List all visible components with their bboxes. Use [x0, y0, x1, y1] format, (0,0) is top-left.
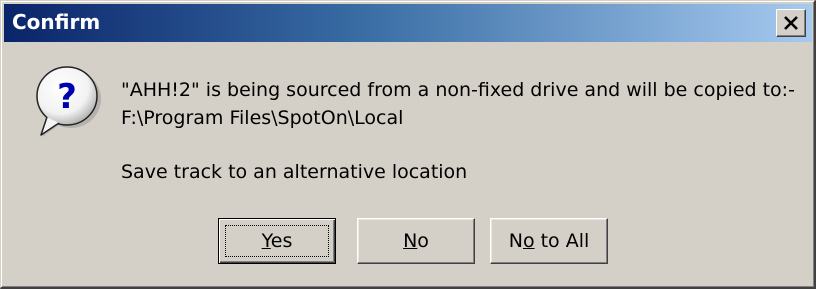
no-to-all-button[interactable]: No to All — [490, 218, 608, 264]
svg-text:?: ? — [57, 77, 77, 117]
message-line-3: Save track to an alternative location — [121, 161, 468, 183]
close-icon — [784, 16, 798, 30]
confirm-dialog: Confirm ? "AHH!2" is being sourced from … — [0, 0, 816, 289]
question-icon: ? — [36, 66, 101, 137]
message-line-2: F:\Program Files\SpotOn\Local — [121, 107, 404, 129]
title-bar[interactable]: Confirm — [4, 4, 812, 42]
no-to-all-button-label: No to All — [508, 230, 590, 252]
focus-rectangle — [225, 225, 329, 257]
yes-button[interactable]: Yes — [218, 218, 336, 264]
no-button-label: No — [403, 230, 429, 252]
no-button[interactable]: No — [357, 218, 475, 264]
window-title: Confirm — [12, 10, 101, 34]
close-button[interactable] — [776, 9, 806, 37]
message-line-1: "AHH!2" is being sourced from a non-fixe… — [121, 79, 795, 101]
